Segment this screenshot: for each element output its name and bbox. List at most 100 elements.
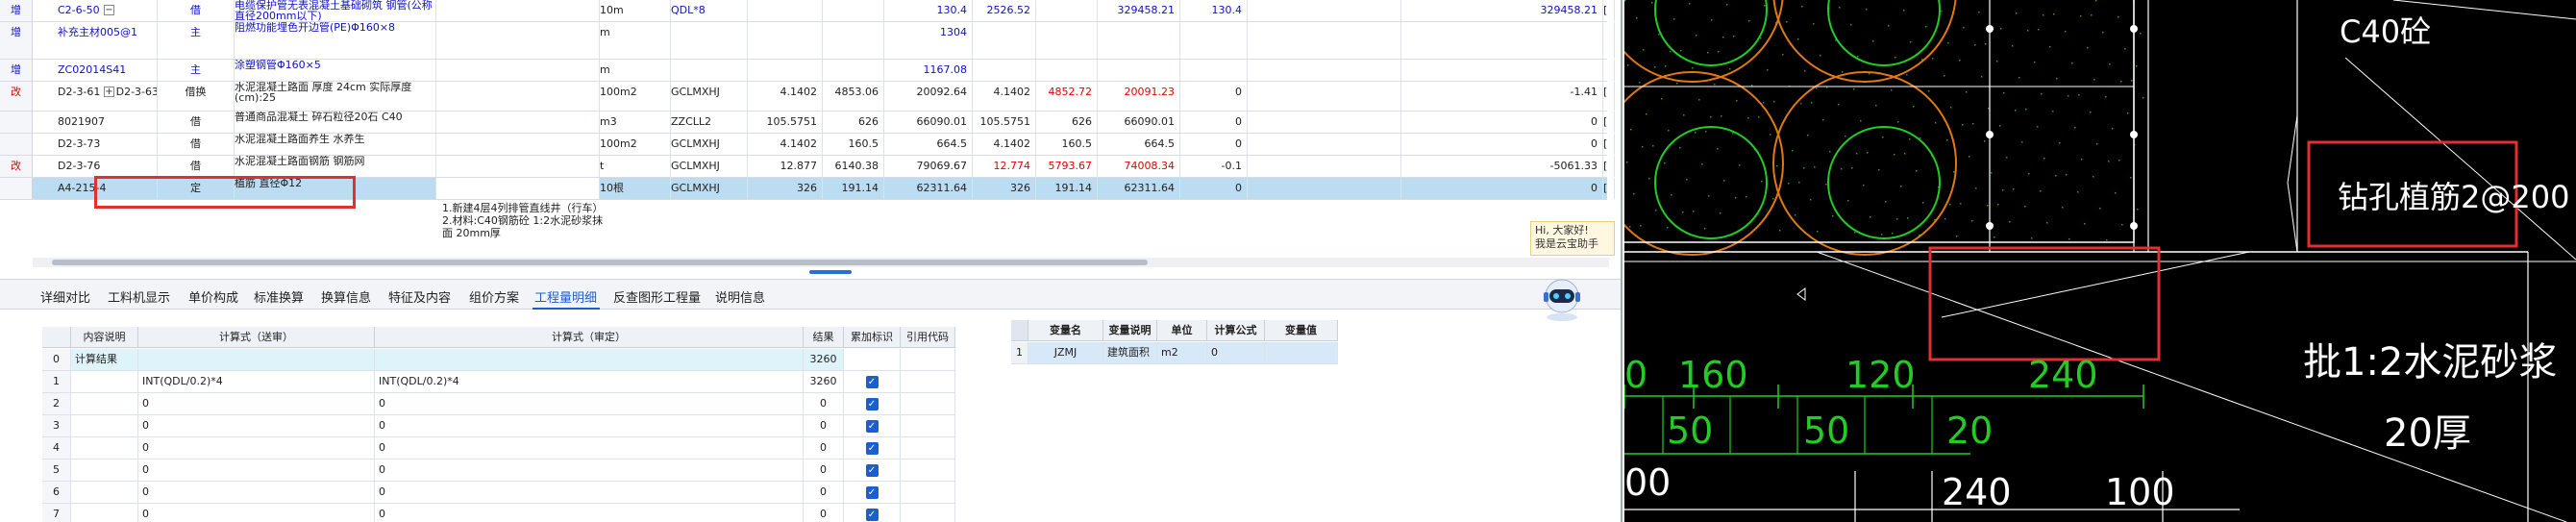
accumulate-checkbox[interactable]: ✓	[865, 397, 879, 410]
cell-q2[interactable]: 0	[1180, 178, 1248, 199]
cell-sp[interactable]	[436, 0, 600, 21]
var-header[interactable]: 变量名	[1028, 320, 1103, 341]
cell-price[interactable]	[823, 0, 884, 21]
cell-price[interactable]: 6140.38	[823, 156, 884, 177]
cell-tail[interactable]: [	[1603, 0, 1615, 21]
cell-name[interactable]: 水泥混凝土路面养生 水养生	[235, 134, 436, 155]
cell-final[interactable]: 0	[1401, 134, 1603, 155]
cell-p2[interactable]	[973, 60, 1036, 81]
grid-cell-f2[interactable]: 0	[375, 460, 804, 482]
cell-unit[interactable]: 10m	[600, 0, 671, 21]
grid-cell-ref[interactable]	[901, 415, 955, 437]
grid-header[interactable]: 累加标识	[844, 327, 901, 348]
table-row[interactable]: 8021907 借普通商品混凝土 碎石粒径20石 C40 m3 ZZCLL2 105.5…	[33, 112, 1615, 134]
cell-final[interactable]: 0	[1401, 112, 1603, 133]
assistant-robot-icon[interactable]	[1538, 275, 1586, 323]
cell-diff[interactable]	[1248, 60, 1401, 81]
grid-header[interactable]: 引用代码	[901, 327, 955, 348]
cell-kind[interactable]: 主	[158, 60, 235, 81]
cell-qty[interactable]: 4.1402	[748, 134, 823, 155]
cell-name[interactable]: 阻燃功能埋色开边管(PE)Φ160×8	[235, 22, 436, 59]
cell-qty[interactable]	[748, 0, 823, 21]
cell-q2[interactable]: 0	[1180, 82, 1248, 111]
cell-price[interactable]: 191.14	[823, 178, 884, 199]
cell-price[interactable]: 4853.06	[823, 82, 884, 111]
cell-unit[interactable]: m3	[600, 112, 671, 133]
accumulate-checkbox[interactable]: ✓	[865, 419, 879, 433]
cell-p3[interactable]	[1036, 60, 1098, 81]
cell-unit[interactable]: 100m2	[600, 82, 671, 111]
cell-tail[interactable]	[1603, 60, 1615, 81]
cell-q2[interactable]	[1180, 22, 1248, 59]
grid-cell-idx[interactable]: 5	[42, 460, 71, 482]
expand-toggle-icon[interactable]: +	[104, 87, 114, 97]
cell-p2[interactable]: 4.1402	[973, 82, 1036, 111]
cell-t2[interactable]: 74008.34	[1098, 156, 1180, 177]
grid-cell-idx[interactable]: 2	[42, 393, 71, 415]
cell-qty_expr[interactable]	[671, 60, 748, 81]
cell-p3[interactable]: 160.5	[1036, 134, 1098, 155]
cell-q2[interactable]: -0.1	[1180, 156, 1248, 177]
grid-cell-result[interactable]: 0	[804, 504, 844, 522]
grid-cell-result[interactable]: 3260	[804, 349, 844, 371]
grid-cell-f1[interactable]: INT(QDL/0.2)*4	[138, 371, 375, 393]
grid-cell-result[interactable]: 3260	[804, 371, 844, 393]
grid-cell-check[interactable]: ✓	[844, 371, 901, 393]
cell-qty_expr[interactable]: GCLMXHJ	[671, 156, 748, 177]
table-row[interactable]: 补充主材005@1 主阻燃功能埋色开边管(PE)Φ160×8 m 1304	[33, 22, 1615, 60]
cell-total[interactable]: 664.5	[884, 134, 973, 155]
accumulate-checkbox[interactable]: ✓	[865, 441, 879, 455]
cell-p3[interactable]: 626	[1036, 112, 1098, 133]
splitter-handle[interactable]	[809, 270, 852, 274]
cell-total[interactable]: 66090.01	[884, 112, 973, 133]
cell-p3[interactable]	[1036, 0, 1098, 21]
cell-name[interactable]: 水泥混凝土路面 厚度 24cm 实际厚度(cm):25	[235, 82, 436, 111]
horizontal-scrollbar[interactable]	[33, 258, 1609, 267]
tab-3[interactable]: 标准换算	[254, 287, 304, 306]
cell-sp[interactable]	[436, 112, 600, 133]
cell-name[interactable]: 普通商品混凝土 碎石粒径20石 C40	[235, 112, 436, 133]
table-row[interactable]: D2-3-76 借水泥混凝土路面钢筋 钢筋网 t GCLMXHJ 12.877 6140.…	[33, 156, 1615, 178]
grid-cell-f1[interactable]: 0	[138, 393, 375, 415]
grid-cell-check[interactable]: ✓	[844, 482, 901, 504]
cell-unit[interactable]: m	[600, 22, 671, 59]
cell-price[interactable]: 160.5	[823, 134, 884, 155]
cell-qty[interactable]: 4.1402	[748, 82, 823, 111]
grid-cell-f2[interactable]	[375, 349, 804, 371]
grid-cell-result[interactable]: 0	[804, 482, 844, 504]
grid-cell-desc[interactable]	[71, 371, 138, 393]
grid-cell-desc[interactable]	[71, 482, 138, 504]
cell-qty[interactable]: 12.877	[748, 156, 823, 177]
grid-header[interactable]: 结果	[804, 327, 844, 348]
grid-header[interactable]: 计算式（送审）	[138, 327, 375, 348]
cell-name[interactable]: 水泥混凝土路面钢筋 钢筋网	[235, 156, 436, 177]
grid-cell-ref[interactable]	[901, 460, 955, 482]
cell-qty_expr[interactable]	[671, 22, 748, 59]
grid-cell-desc[interactable]	[71, 415, 138, 437]
expand-toggle-icon[interactable]: −	[104, 5, 114, 15]
cell-final[interactable]: -5061.33	[1401, 156, 1603, 177]
var-header[interactable]: 变量说明	[1103, 320, 1157, 341]
cell-code[interactable]: D2-3-76	[33, 156, 158, 177]
accumulate-checkbox[interactable]: ✓	[865, 485, 879, 499]
cell-tail[interactable]: [	[1603, 134, 1615, 155]
cell-final[interactable]: -1.41	[1401, 82, 1603, 111]
cell-tail[interactable]: [	[1603, 178, 1615, 199]
cell-name[interactable]: 涂塑钢管Φ160×5	[235, 60, 436, 81]
table-row[interactable]: D2-3-73 借水泥混凝土路面养生 水养生 100m2 GCLMXHJ 4.1402 1…	[33, 134, 1615, 156]
cell-total[interactable]: 1167.08	[884, 60, 973, 81]
cell-p2[interactable]	[973, 22, 1036, 59]
scrollbar-thumb[interactable]	[52, 260, 1148, 265]
cell-p3[interactable]: 191.14	[1036, 178, 1098, 199]
cell-t2[interactable]	[1098, 60, 1180, 81]
cell-diff[interactable]	[1248, 22, 1401, 59]
grid-cell-ref[interactable]	[901, 371, 955, 393]
tab-4[interactable]: 换算信息	[321, 287, 371, 306]
cell-code[interactable]: C2-6-50	[33, 0, 158, 21]
grid-cell-ref[interactable]	[901, 504, 955, 522]
cell-p2[interactable]: 326	[973, 178, 1036, 199]
grid-cell-f2[interactable]: 0	[375, 482, 804, 504]
cell-kind[interactable]: 主	[158, 22, 235, 59]
tab-9[interactable]: 说明信息	[715, 287, 765, 306]
grid-cell-idx[interactable]: 1	[42, 371, 71, 393]
